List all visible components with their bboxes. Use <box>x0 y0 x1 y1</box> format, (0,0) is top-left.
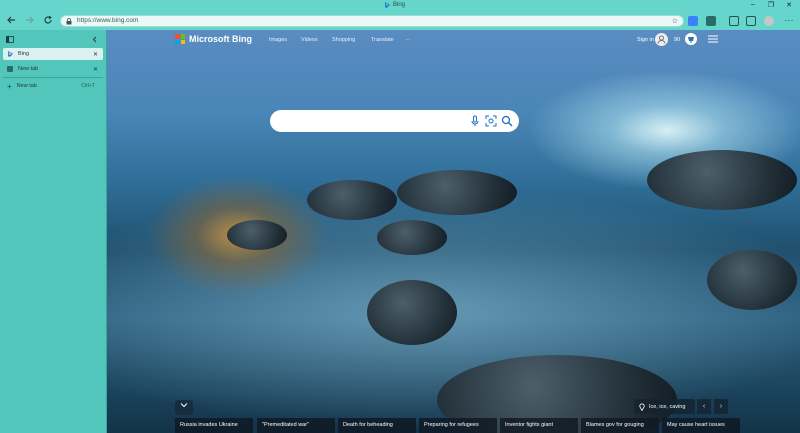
sidebar-item-bing[interactable]: Bing ✕ <box>3 48 103 60</box>
bing-favicon-icon <box>385 2 390 8</box>
news-item[interactable]: Blames gov for gouging <box>581 418 659 433</box>
microsoft-logo-icon <box>175 34 185 44</box>
back-arrow-icon <box>7 16 15 24</box>
expand-feed-button[interactable] <box>175 400 193 415</box>
close-window-button[interactable]: ✕ <box>780 1 798 9</box>
forward-arrow-icon <box>26 16 34 24</box>
sidebar-item-new-tab[interactable]: New tab ✕ <box>3 63 103 75</box>
plus-icon: + <box>7 81 12 91</box>
background-rock <box>227 220 287 250</box>
news-item[interactable]: Death for beheading <box>338 418 416 433</box>
sidebar-header <box>0 33 107 45</box>
rewards-trophy-icon[interactable] <box>685 33 697 45</box>
news-item[interactable]: May cause heart issues <box>662 418 740 433</box>
chevron-down-icon <box>180 403 188 408</box>
tab-actions-icon[interactable] <box>6 36 14 43</box>
nav-more[interactable]: ··· <box>405 37 411 43</box>
new-tab-favicon-icon <box>7 66 13 72</box>
nav-images[interactable]: Images <box>269 37 287 43</box>
nav-shopping[interactable]: Shopping <box>332 37 355 43</box>
news-item[interactable]: "Premeditated war" <box>257 418 335 433</box>
background-rock <box>707 250 797 310</box>
tab-label: Bing <box>18 51 30 57</box>
settings-more-icon[interactable]: ··· <box>783 14 795 26</box>
new-tab-button[interactable]: + New tab Ctrl+T <box>3 80 103 92</box>
visual-search-icon[interactable] <box>485 115 497 127</box>
location-pin-icon <box>639 402 645 411</box>
new-tab-shortcut: Ctrl+T <box>81 83 95 89</box>
bing-favicon-icon <box>8 51 13 57</box>
window-title-text: Bing <box>393 2 406 8</box>
news-item[interactable]: Inventor fights giant <box>500 418 578 433</box>
nav-videos[interactable]: Videos <box>301 37 318 43</box>
background-rock <box>307 180 397 220</box>
previous-image-button[interactable]: ‹ <box>697 399 711 414</box>
collapse-chevron-icon[interactable] <box>92 36 98 43</box>
close-tab-icon[interactable]: ✕ <box>93 51 98 58</box>
back-button[interactable] <box>5 15 17 27</box>
lock-icon <box>66 18 72 25</box>
vertical-tabs-sidebar: Bing ✕ New tab ✕ + New tab Ctrl+T <box>0 30 107 433</box>
user-avatar-icon[interactable] <box>655 33 668 46</box>
hamburger-menu-icon[interactable] <box>708 35 718 43</box>
divider <box>3 77 103 78</box>
background-rock <box>647 150 797 210</box>
forward-button[interactable] <box>24 15 36 27</box>
microphone-icon[interactable] <box>469 115 481 127</box>
person-icon <box>657 35 666 44</box>
search-icon[interactable] <box>501 115 513 127</box>
browser-toolbar: https://www.bing.com ☆ ··· <box>0 13 800 30</box>
image-location-button[interactable]: Ice, ice, caving <box>634 399 695 414</box>
maximize-button[interactable]: ❐ <box>762 1 780 9</box>
rewards-points[interactable]: 90 <box>674 37 680 43</box>
profile-avatar[interactable] <box>764 16 774 26</box>
news-item[interactable]: Preparing for refugees <box>419 418 497 433</box>
next-image-button[interactable]: › <box>714 399 728 414</box>
favorite-star-icon[interactable]: ☆ <box>672 17 678 25</box>
background-rock <box>397 170 517 215</box>
browser-essentials-icon[interactable] <box>706 16 716 26</box>
url-text: https://www.bing.com <box>77 17 139 24</box>
minimize-button[interactable]: – <box>744 1 762 8</box>
refresh-icon <box>44 15 52 24</box>
background-rock <box>367 280 457 345</box>
bing-homepage: Microsoft Bing Images Videos Shopping Tr… <box>107 30 800 433</box>
background-rock <box>377 220 447 255</box>
title-bar: Bing – ❐ ✕ <box>0 0 800 13</box>
close-tab-icon[interactable]: ✕ <box>93 66 98 73</box>
new-tab-label: New tab <box>16 83 37 89</box>
brand-text: Microsoft Bing <box>189 34 252 44</box>
window-title: Bing <box>384 2 405 8</box>
trophy-icon <box>688 37 694 43</box>
image-location-text: Ice, ice, caving <box>649 403 686 410</box>
tab-label: New tab <box>18 66 39 72</box>
collections-icon[interactable] <box>746 16 756 26</box>
favorites-icon[interactable] <box>729 16 739 26</box>
address-bar[interactable]: https://www.bing.com ☆ <box>60 15 684 27</box>
search-box[interactable] <box>270 110 519 132</box>
microsoft-bing-logo[interactable]: Microsoft Bing <box>175 34 252 44</box>
signin-link[interactable]: Sign in <box>637 37 654 43</box>
news-item[interactable]: Russia invades Ukraine <box>175 418 253 433</box>
refresh-button[interactable] <box>42 15 54 27</box>
nav-translate[interactable]: Translate <box>371 37 394 43</box>
extension-icon[interactable] <box>688 16 698 26</box>
